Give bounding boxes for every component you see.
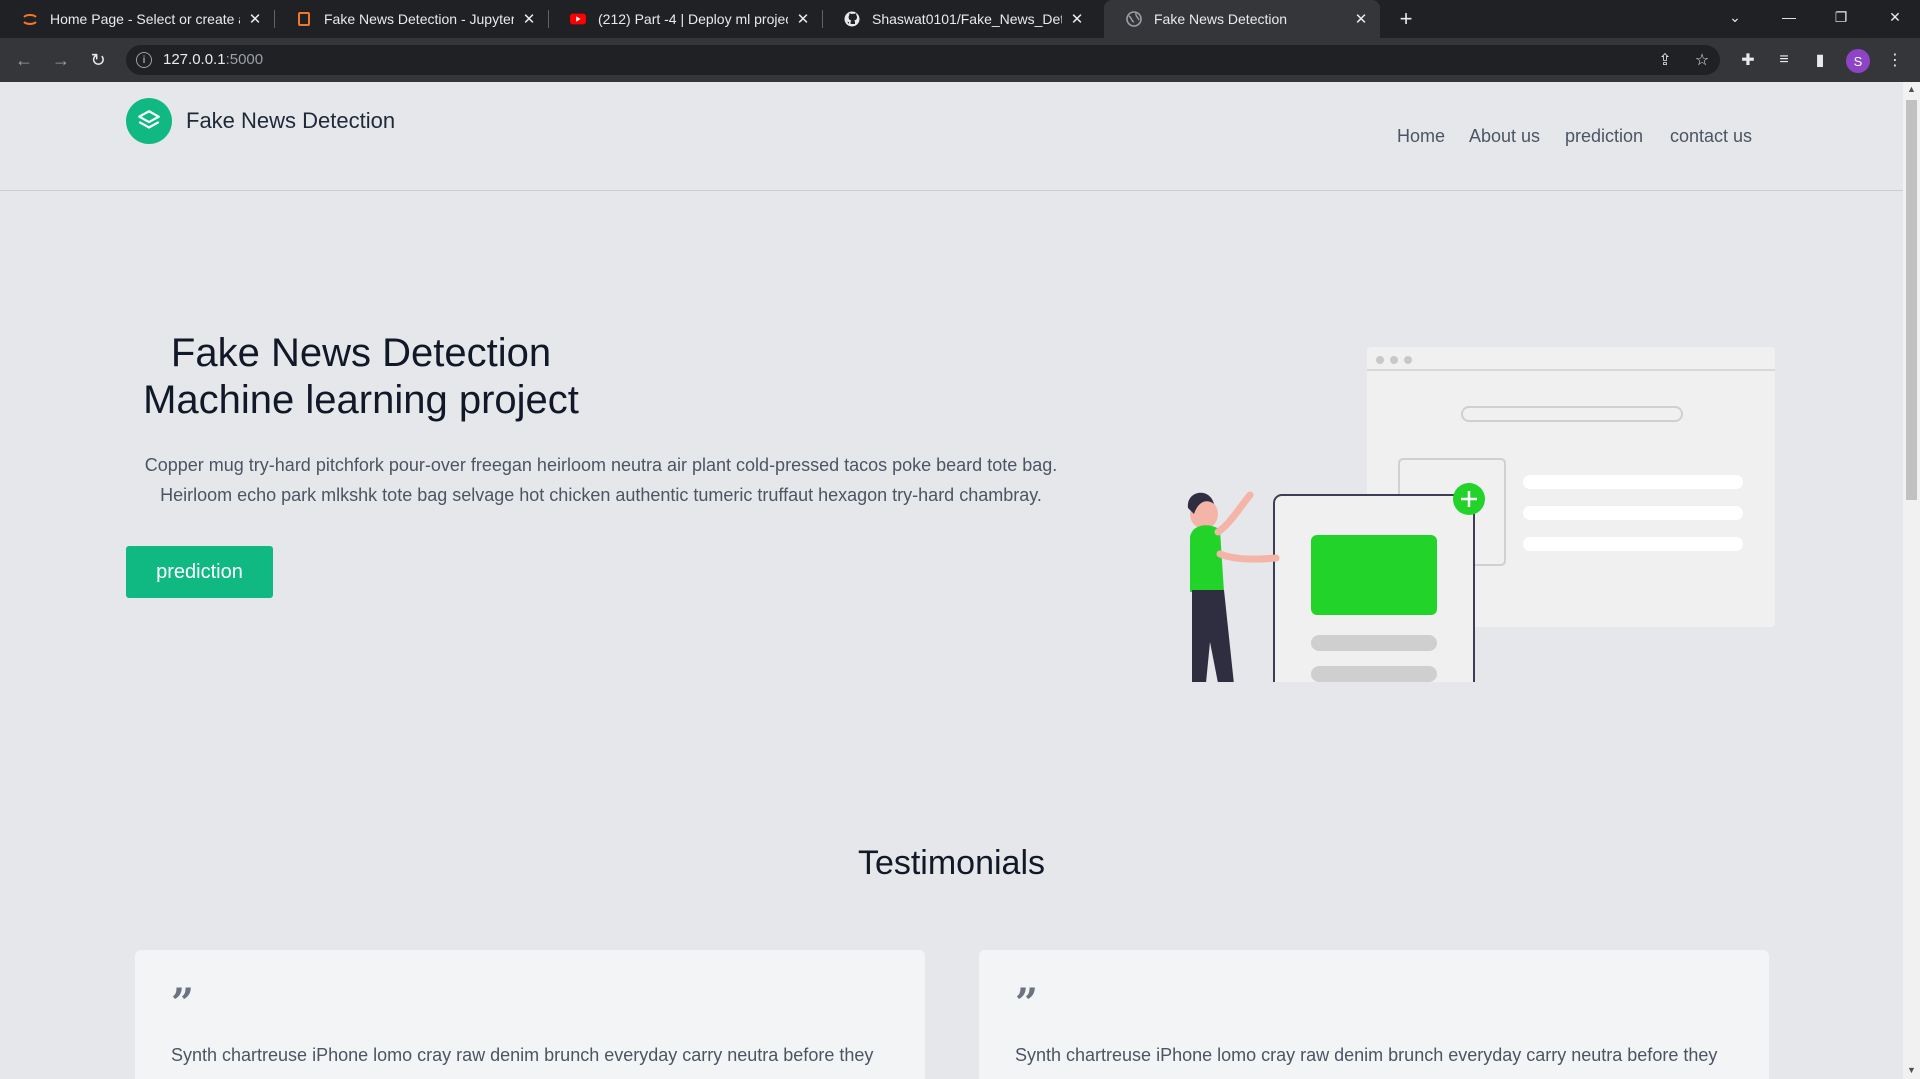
jupyter-icon (22, 11, 38, 27)
testimonials-title: Testimonials (857, 844, 1046, 882)
tab-jupyter-notebook[interactable]: Fake News Detection - Jupyter N ✕ (274, 0, 549, 38)
quote-icon: ” (171, 980, 195, 1027)
tab-title: Fake News Detection (1154, 11, 1288, 27)
testimonial-card: ” Synth chartreuse iPhone lomo cray raw … (979, 950, 1769, 1079)
forward-icon[interactable]: → (47, 46, 75, 74)
notebook-icon (296, 11, 312, 27)
extensions-icon[interactable]: ✚ (1736, 48, 1760, 72)
tab-search-icon[interactable]: ⌄ (1710, 0, 1760, 34)
youtube-icon (570, 11, 586, 27)
hero-title: Fake News Detection Machine learning pro… (126, 330, 596, 424)
close-tab-icon[interactable]: ✕ (520, 10, 538, 28)
nav-about-us[interactable]: About us (1469, 126, 1540, 147)
hero-illustration (1187, 347, 1775, 682)
tab-youtube[interactable]: (212) Part -4 | Deploy ml project ✕ (548, 0, 823, 38)
tab-title: (212) Part -4 | Deploy ml project (598, 11, 788, 27)
scroll-up-icon[interactable]: ▲ (1906, 84, 1917, 96)
globe-icon (1126, 11, 1142, 27)
bookmark-star-icon[interactable]: ☆ (1690, 48, 1714, 72)
close-tab-icon[interactable]: ✕ (246, 10, 264, 28)
testimonial-text: Synth chartreuse iPhone lomo cray raw de… (1015, 1045, 1718, 1065)
close-window-icon[interactable]: ✕ (1870, 0, 1920, 34)
scroll-down-icon[interactable]: ▼ (1906, 1065, 1917, 1077)
hero-title-line1: Fake News Detection (170, 331, 552, 375)
tab-github[interactable]: Shaswat0101/Fake_News_Detecti ✕ (822, 0, 1096, 38)
media-control-icon[interactable]: ≡ (1772, 48, 1796, 72)
site-header: Fake News Detection Home About us predic… (0, 82, 1903, 191)
hero-title-line2: Machine learning project (143, 378, 579, 422)
github-icon (844, 11, 860, 27)
tab-fake-news-detection[interactable]: Fake News Detection ✕ (1104, 0, 1380, 38)
close-tab-icon[interactable]: ✕ (1352, 10, 1370, 28)
back-icon[interactable]: ← (10, 46, 38, 74)
hero-paragraph: Copper mug try-hard pitchfork pour-over … (144, 455, 1058, 505)
logo-layers-icon[interactable] (126, 98, 172, 144)
restore-icon[interactable]: ❐ (1816, 0, 1866, 34)
info-icon[interactable]: i (136, 52, 152, 68)
nav-contact-us[interactable]: contact us (1670, 126, 1752, 147)
tab-title: Shaswat0101/Fake_News_Detecti (872, 11, 1062, 27)
close-tab-icon[interactable]: ✕ (1068, 10, 1086, 28)
url-text[interactable]: 127.0.0.1:5000 (163, 51, 263, 68)
testimonial-card: ” Synth chartreuse iPhone lomo cray raw … (135, 950, 925, 1079)
tab-title: Fake News Detection - Jupyter N (324, 11, 514, 27)
minimize-icon[interactable]: — (1764, 0, 1814, 34)
side-panel-icon[interactable]: ▮ (1808, 48, 1832, 72)
quote-icon: ” (1015, 980, 1039, 1027)
tab-strip: Home Page - Select or create a n ✕ Fake … (0, 0, 1920, 38)
profile-avatar[interactable]: S (1846, 49, 1870, 73)
page-viewport: Fake News Detection Home About us predic… (0, 82, 1903, 1079)
close-tab-icon[interactable]: ✕ (794, 10, 812, 28)
new-tab-button[interactable]: + (1393, 6, 1419, 32)
nav-home[interactable]: Home (1397, 126, 1445, 147)
tab-title: Home Page - Select or create a n (50, 11, 240, 27)
scrollbar-thumb[interactable] (1906, 100, 1917, 500)
reload-icon[interactable]: ↻ (84, 46, 112, 74)
nav-prediction[interactable]: prediction (1565, 126, 1643, 147)
address-bar[interactable] (126, 45, 1720, 75)
testimonial-text: Synth chartreuse iPhone lomo cray raw de… (171, 1045, 874, 1065)
prediction-button[interactable]: prediction (126, 546, 273, 598)
page-scrollbar[interactable]: ▲ ▼ (1903, 82, 1920, 1079)
site-brand[interactable]: Fake News Detection (186, 108, 395, 134)
tab-jupyter-home[interactable]: Home Page - Select or create a n ✕ (0, 0, 275, 38)
menu-kebab-icon[interactable]: ⋮ (1883, 48, 1907, 72)
share-icon[interactable]: ⇪ (1653, 48, 1677, 72)
